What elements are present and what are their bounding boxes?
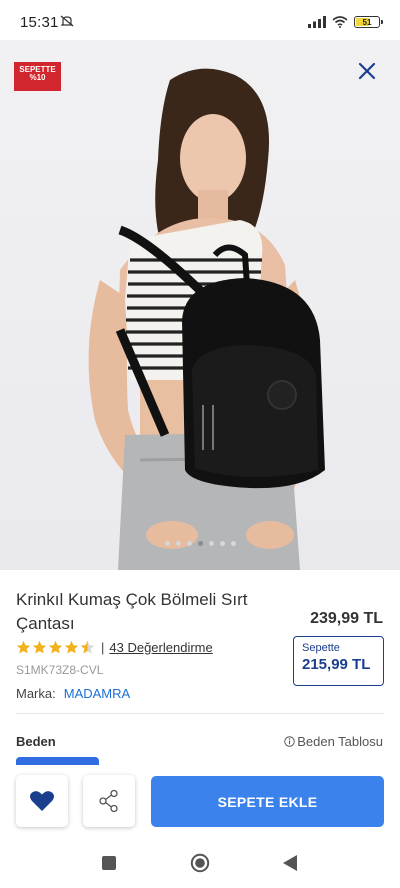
size-option[interactable] — [16, 757, 99, 765]
star-icon — [32, 640, 47, 653]
divider — [16, 713, 384, 714]
info-icon — [284, 736, 295, 747]
favorite-button[interactable] — [16, 775, 68, 827]
share-button[interactable] — [83, 775, 135, 827]
pagination-dot[interactable] — [208, 541, 214, 546]
pagination-dot[interactable] — [175, 541, 181, 546]
status-bar: 15:31 51 — [0, 0, 400, 40]
product-sku: S1MK73Z8-CVL — [16, 663, 104, 677]
reviews-link[interactable]: 43 Değerlendirme — [109, 640, 212, 655]
star-icon — [48, 640, 63, 653]
share-icon — [99, 789, 118, 813]
cart-price-label: Sepette — [302, 642, 340, 654]
status-icons: 51 — [308, 15, 383, 29]
size-label: Beden — [16, 734, 56, 749]
heart-icon — [30, 791, 54, 811]
product-photo — [88, 68, 325, 570]
size-table-label: Beden Tablosu — [297, 734, 383, 749]
star-icon — [80, 640, 95, 653]
cart-price-box: Sepette 215,99 TL — [293, 636, 384, 686]
size-table-link[interactable]: Beden Tablosu — [284, 734, 383, 749]
rating-row: | 43 Değerlendirme — [16, 637, 213, 657]
add-to-cart-button[interactable]: SEPETE EKLE — [151, 776, 384, 827]
pagination-dot[interactable] — [230, 541, 236, 546]
back-button[interactable] — [282, 854, 298, 872]
brand-label: Marka: — [16, 686, 56, 701]
battery-level: 51 — [362, 17, 372, 27]
pagination-dot[interactable] — [186, 541, 192, 546]
close-icon[interactable] — [356, 60, 378, 82]
status-time: 15:31 — [20, 14, 59, 31]
pagination-dot[interactable] — [164, 541, 170, 546]
product-title: Krinkıl Kumaş Çok Bölmeli Sırt Çantası — [16, 590, 248, 633]
mute-icon — [60, 15, 74, 27]
product-price: 239,99 TL — [310, 610, 383, 627]
pagination-dot[interactable] — [219, 541, 225, 546]
image-pagination[interactable] — [0, 541, 400, 546]
star-icon — [16, 640, 31, 653]
rating-separator: | — [101, 639, 105, 655]
signal-icon — [308, 16, 326, 28]
battery-icon: 51 — [354, 16, 383, 28]
badge-line2: %10 — [29, 73, 46, 83]
cart-price-value: 215,99 TL — [302, 656, 371, 673]
product-image[interactable]: SEPETTE %10 — [0, 40, 400, 570]
action-bar: SEPETE EKLE — [0, 765, 400, 840]
star-rating — [16, 640, 95, 655]
brand-link[interactable]: MADAMRA — [64, 686, 130, 701]
home-button[interactable] — [190, 853, 210, 873]
discount-badge: SEPETTE %10 — [14, 62, 61, 91]
brand-row: Marka: MADAMRA — [16, 686, 130, 701]
recent-apps-button[interactable] — [102, 856, 116, 870]
star-icon — [64, 640, 79, 653]
pagination-dot[interactable] — [197, 541, 203, 546]
wifi-icon — [332, 16, 348, 28]
navigation-bar — [0, 840, 400, 888]
